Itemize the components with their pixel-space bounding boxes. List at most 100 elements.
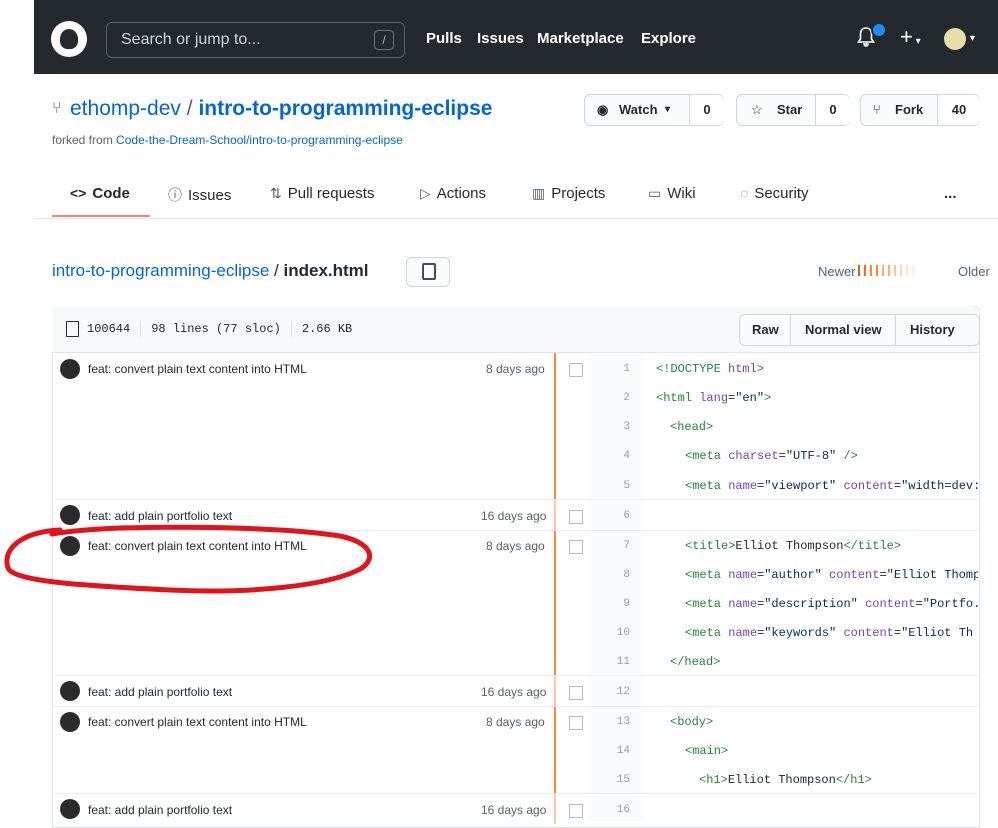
file-actions: Raw Normal view History	[739, 314, 980, 346]
star-label: Star	[777, 102, 803, 117]
breadcrumb-repo-link[interactable]: intro-to-programming-eclipse	[52, 261, 269, 280]
code-line: <head>	[670, 420, 714, 434]
tab-security[interactable]: ◌ Security	[740, 185, 809, 202]
line-number[interactable]: 8	[600, 569, 630, 581]
line-number[interactable]: 2	[600, 392, 630, 404]
commit-age: 8 days ago	[486, 715, 545, 729]
reblame-icon[interactable]	[569, 716, 583, 730]
reblame-icon[interactable]	[569, 363, 583, 377]
fork-label: Fork	[895, 102, 924, 117]
fork-icon: ⑂	[873, 102, 881, 117]
breadcrumb-separator: /	[274, 261, 279, 280]
age-bar	[554, 500, 556, 530]
fork-repo-icon: ⑂	[52, 100, 62, 117]
code-line: <meta name="keywords" content="Elliot Th	[685, 626, 974, 640]
line-number[interactable]: 11	[600, 656, 630, 668]
avatar[interactable]	[60, 681, 80, 701]
watch-count[interactable]: 0	[689, 95, 724, 125]
line-number[interactable]: 5	[600, 480, 630, 492]
breadcrumb-file: index.html	[283, 261, 369, 280]
commit-age: 16 days ago	[481, 685, 547, 699]
commit-age: 16 days ago	[481, 803, 547, 817]
code-line: <main>	[685, 744, 729, 758]
code-line: <meta name="viewport" content="width=dev…	[685, 479, 978, 493]
nav-explore[interactable]: Explore	[641, 30, 696, 47]
repo-title-separator: /	[186, 97, 193, 120]
commit-message-link[interactable]: feat: convert plain text content into HT…	[88, 715, 307, 729]
search-shortcut-key: /	[374, 30, 394, 50]
star-icon: ☆	[751, 102, 763, 117]
user-avatar[interactable]	[944, 28, 966, 50]
more-tabs-button[interactable]: ...	[944, 185, 957, 202]
normal-view-button[interactable]: Normal view	[805, 322, 882, 337]
commit-message-link[interactable]: feat: add plain portfolio text	[88, 803, 232, 817]
tab-issues[interactable]: ⓘ Issues	[168, 185, 231, 205]
tab-actions[interactable]: ▷ Actions	[420, 185, 486, 202]
tab-pull-requests[interactable]: ⇅ Pull requests	[270, 185, 374, 202]
nav-marketplace[interactable]: Marketplace	[537, 30, 624, 47]
raw-button[interactable]: Raw	[752, 322, 779, 337]
issue-icon: ⓘ	[168, 187, 182, 203]
line-number[interactable]: 9	[600, 598, 630, 610]
github-logo-icon[interactable]	[51, 21, 87, 57]
commit-message-link[interactable]: feat: add plain portfolio text	[88, 685, 232, 699]
nav-pulls[interactable]: Pulls	[426, 30, 462, 47]
watch-label: Watch	[619, 102, 658, 117]
avatar[interactable]	[60, 712, 80, 732]
line-number[interactable]: 3	[600, 421, 630, 433]
reblame-icon[interactable]	[569, 510, 583, 524]
line-number[interactable]: 15	[600, 774, 630, 786]
line-number[interactable]: 10	[600, 627, 630, 639]
reblame-icon[interactable]	[569, 540, 583, 554]
line-number[interactable]: 7	[600, 540, 630, 552]
watch-button[interactable]: ◉ Watch ▾ 0	[584, 94, 724, 126]
tab-code-label: Code	[92, 185, 130, 202]
search-input[interactable]: Search or jump to... /	[106, 22, 405, 58]
commit-age: 8 days ago	[486, 362, 545, 376]
commit-message-link[interactable]: feat: convert plain text content into HT…	[88, 362, 307, 376]
heat-older-label: Older	[958, 264, 990, 279]
file-size: 2.66 KB	[301, 322, 353, 337]
file-mode: 100644	[87, 322, 131, 337]
tab-issues-label: Issues	[188, 187, 232, 204]
create-new-icon[interactable]: + ▾	[900, 26, 921, 53]
line-number[interactable]: 16	[600, 804, 630, 816]
book-icon: ▭	[648, 185, 662, 201]
blame-heat-scale	[858, 263, 918, 281]
copy-path-button[interactable]	[406, 257, 450, 287]
fork-button[interactable]: ⑂ Fork 40	[860, 94, 980, 126]
forked-prefix: forked from	[52, 133, 113, 147]
avatar[interactable]	[60, 799, 80, 819]
tab-projects[interactable]: ▥ Projects	[532, 185, 605, 202]
fork-count[interactable]: 40	[937, 95, 980, 125]
age-bar	[554, 676, 556, 706]
global-header: Search or jump to... / Pulls Issues Mark…	[34, 0, 998, 74]
line-number[interactable]: 12	[600, 686, 630, 698]
forked-source-link[interactable]: Code-the-Dream-School/intro-to-programmi…	[116, 133, 403, 147]
code-line: <title>Elliot Thompson</title>	[685, 539, 902, 553]
repo-owner-link[interactable]: ethomp-dev	[70, 97, 181, 120]
code-line: <body>	[670, 715, 714, 729]
reblame-icon[interactable]	[569, 686, 583, 700]
line-number[interactable]: 1	[600, 363, 630, 375]
star-button[interactable]: ☆ Star 0	[736, 94, 850, 126]
tab-wiki[interactable]: ▭ Wiki	[648, 185, 696, 202]
line-number[interactable]: 6	[600, 510, 630, 522]
heat-newer-label: Newer	[818, 264, 856, 279]
code-icon: <>	[70, 185, 87, 201]
line-number[interactable]: 13	[600, 716, 630, 728]
chevron-down-icon: ▾	[665, 104, 671, 115]
nav-issues[interactable]: Issues	[477, 30, 524, 47]
repo-name-link[interactable]: intro-to-programming-eclipse	[198, 97, 492, 120]
reblame-icon[interactable]	[569, 804, 583, 818]
line-number[interactable]: 14	[600, 745, 630, 757]
history-button[interactable]: History	[910, 322, 955, 337]
code-line: <html lang="en">	[656, 391, 772, 405]
line-number[interactable]: 4	[600, 450, 630, 462]
tab-code[interactable]: <> Code	[70, 185, 130, 202]
avatar[interactable]	[60, 359, 80, 379]
file-icon	[66, 321, 79, 337]
active-tab-indicator	[52, 215, 150, 217]
file-lines: 98 lines (77 sloc)	[151, 322, 281, 337]
star-count[interactable]: 0	[815, 95, 850, 125]
